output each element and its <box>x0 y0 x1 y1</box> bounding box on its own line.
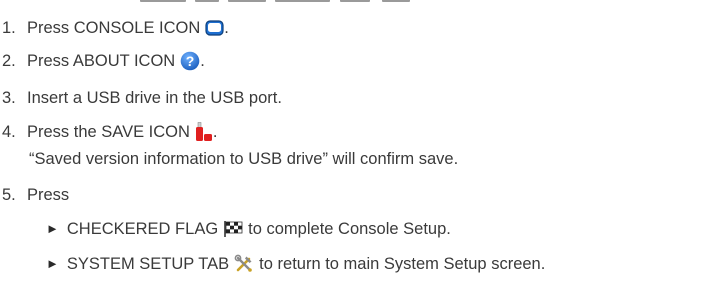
step-text: Press CONSOLE ICON . <box>27 18 229 38</box>
option-system-setup-tab: ► SYSTEM SETUP TAB to return to main Sys… <box>46 254 545 274</box>
step-text: Insert a USB drive in the USB port. <box>27 89 282 107</box>
step-2-label: Press ABOUT ICON <box>27 52 176 70</box>
step-1-label: Press CONSOLE ICON <box>27 19 201 37</box>
arrow-bullet-icon: ► <box>46 221 59 236</box>
about-icon: ? <box>180 51 200 71</box>
step-1-period: . <box>224 19 229 37</box>
step-4-label: Press the SAVE ICON <box>27 123 190 141</box>
step-4-period: . <box>212 123 218 141</box>
step-number: 2. <box>2 52 16 70</box>
step-4-note: “Saved version information to USB drive”… <box>29 150 459 168</box>
step-number: 1. <box>2 19 16 37</box>
option-tail: to complete Console Setup. <box>248 220 451 238</box>
clipped-previous-line <box>0 0 709 6</box>
console-icon <box>205 20 224 36</box>
checkered-flag-icon <box>223 220 243 238</box>
option-tail: to return to main System Setup screen. <box>259 255 546 273</box>
step-2-period: . <box>200 52 205 70</box>
step-number: 3. <box>2 89 16 107</box>
arrow-bullet-icon: ► <box>46 256 59 271</box>
step-text: Press the SAVE ICON . <box>27 122 218 142</box>
option-checkered-flag: ► CHECKERED FLAG to complete Console Set… <box>46 219 451 239</box>
option-lead: CHECKERED FLAG <box>66 220 219 238</box>
system-setup-tab-icon <box>234 254 254 274</box>
step-text: Press <box>27 186 70 204</box>
step-text: Press ABOUT ICON ? . <box>27 51 205 71</box>
svg-text:?: ? <box>186 53 195 69</box>
step-number: 5. <box>2 186 16 204</box>
option-lead: SYSTEM SETUP TAB <box>66 255 230 273</box>
step-number: 4. <box>2 123 16 141</box>
save-icon <box>195 122 213 142</box>
